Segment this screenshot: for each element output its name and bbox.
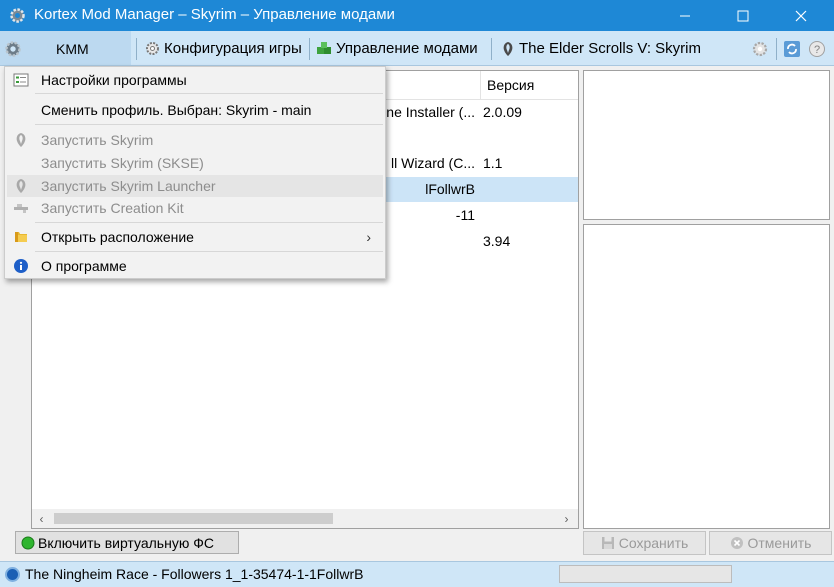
menu-item-settings[interactable]: Настройки программы — [7, 69, 383, 91]
minimize-button[interactable] — [662, 0, 708, 31]
kmm-dropdown-menu: Настройки программы Сменить профиль. Выб… — [4, 66, 386, 279]
mod-version: 3.94 — [483, 233, 511, 249]
menu-separator — [35, 93, 383, 94]
game-button[interactable]: The Elder Scrolls V: Skyrim — [501, 40, 701, 57]
menu-item-label: Открыть расположение — [41, 229, 194, 245]
scroll-left-icon[interactable]: ‹ — [32, 509, 51, 528]
skyrim-icon — [16, 133, 26, 147]
status-bar: The Ningheim Race - Followers 1_1-35474-… — [0, 561, 834, 587]
game-config-button[interactable]: Конфигурация игры — [145, 40, 302, 57]
mod-preview-panel — [583, 70, 830, 220]
skyrim-icon — [16, 179, 26, 193]
mod-version: 2.0.09 — [483, 104, 522, 120]
menu-item-change-profile[interactable]: Сменить профиль. Выбран: Skyrim - main — [7, 99, 383, 121]
menu-separator — [35, 222, 383, 223]
minimize-icon — [680, 15, 690, 16]
menu-item-label: Запустить Skyrim (SKSE) — [41, 155, 204, 171]
title-bar: Kortex Mod Manager – Skyrim – Управление… — [0, 0, 834, 31]
mod-details-panel — [583, 224, 830, 529]
column-header-version[interactable]: Версия — [480, 71, 534, 100]
save-icon — [601, 537, 614, 549]
menu-item-run-skse[interactable]: Запустить Skyrim (SKSE) — [7, 152, 383, 174]
menu-item-run-skyrim[interactable]: Запустить Skyrim — [7, 129, 383, 151]
info-icon — [14, 259, 28, 273]
cancel-button[interactable]: Отменить — [709, 531, 832, 555]
close-icon — [795, 10, 807, 21]
menu-separator — [35, 251, 383, 252]
puzzle-icon — [317, 41, 331, 54]
menu-item-about[interactable]: О программе — [7, 255, 383, 277]
horizontal-scrollbar[interactable]: ‹ › — [32, 509, 578, 528]
mod-management-label: Управление модами — [336, 40, 478, 57]
scrollbar-thumb[interactable] — [54, 513, 333, 524]
menu-item-run-launcher[interactable]: Запустить Skyrim Launcher — [7, 175, 383, 197]
folder-icon — [15, 232, 27, 242]
mod-version: 1.1 — [483, 155, 503, 171]
maximize-button[interactable] — [720, 0, 766, 31]
svg-text:?: ? — [814, 44, 820, 56]
status-icon — [5, 567, 20, 582]
toolbar-separator — [309, 38, 310, 60]
settings-list-icon — [13, 73, 29, 87]
toolbar-separator — [136, 38, 137, 60]
menu-item-label: Запустить Creation Kit — [41, 200, 184, 216]
menu-item-label: Сменить профиль. Выбран: Skyrim - main — [41, 102, 312, 118]
status-text: The Ningheim Race - Followers 1_1-35474-… — [25, 566, 364, 582]
kmm-menu-button[interactable]: KMM — [0, 31, 131, 65]
close-button[interactable] — [778, 0, 824, 31]
progress-bar — [559, 565, 732, 583]
kmm-gear-icon — [5, 41, 21, 57]
save-label: Сохранить — [618, 535, 689, 551]
refresh-icon[interactable] — [783, 40, 801, 58]
scroll-right-icon[interactable]: › — [557, 509, 576, 528]
enable-vfs-label: Включить виртуальную ФС — [38, 534, 214, 551]
menu-separator — [35, 124, 383, 125]
save-button[interactable]: Сохранить — [583, 531, 706, 555]
skyrim-icon — [503, 41, 513, 56]
cancel-icon — [730, 537, 743, 549]
help-icon[interactable]: ? — [808, 40, 826, 58]
creation-kit-icon — [14, 204, 28, 213]
window-title: Kortex Mod Manager – Skyrim – Управление… — [34, 6, 395, 23]
toolbar-separator — [491, 38, 492, 60]
toolbar: KMM Конфигурация игры Управление модами … — [0, 31, 834, 66]
toolbar-separator — [776, 38, 777, 60]
cancel-label: Отменить — [747, 535, 812, 551]
enable-vfs-button[interactable]: Включить виртуальную ФС — [15, 531, 239, 554]
mod-management-button[interactable]: Управление модами — [316, 40, 478, 57]
status-indicator-icon — [21, 536, 35, 549]
game-config-label: Конфигурация игры — [164, 40, 302, 57]
settings-gear-icon[interactable] — [751, 40, 769, 58]
menu-item-open-location[interactable]: Открыть расположение › — [7, 226, 383, 248]
menu-item-label: Настройки программы — [41, 72, 187, 88]
menu-item-label: Запустить Skyrim Launcher — [41, 178, 216, 194]
menu-item-label: О программе — [41, 258, 127, 274]
chevron-right-icon: › — [366, 229, 371, 245]
menu-item-run-creation-kit[interactable]: Запустить Creation Kit — [7, 197, 383, 219]
menu-item-label: Запустить Skyrim — [41, 132, 154, 148]
settings-gear-icon — [146, 42, 159, 55]
game-label: The Elder Scrolls V: Skyrim — [519, 40, 701, 57]
kmm-gear-icon — [10, 8, 25, 23]
maximize-icon — [737, 10, 749, 21]
kmm-label: KMM — [56, 41, 89, 57]
